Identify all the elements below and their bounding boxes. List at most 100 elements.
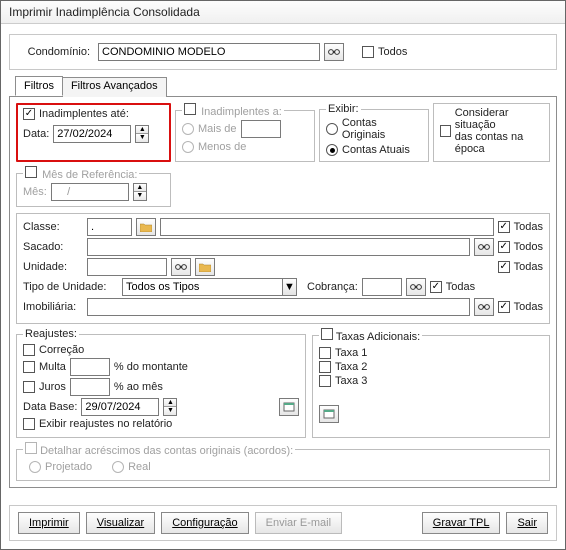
- data-base-input[interactable]: [81, 398, 159, 416]
- data-label: Data:: [23, 128, 49, 140]
- spinner-up-icon[interactable]: ▲: [164, 399, 176, 407]
- taxas-checkbox[interactable]: [321, 328, 333, 340]
- configuracao-button[interactable]: Configuração: [161, 512, 248, 534]
- tabs: Filtros Filtros Avançados: [9, 76, 557, 97]
- menos-de-radio: [182, 141, 194, 153]
- tipo-unidade-label: Tipo de Unidade:: [23, 281, 118, 293]
- mes-ref-checkbox[interactable]: [25, 166, 37, 178]
- classe-todas-checkbox[interactable]: [498, 221, 510, 233]
- imobiliaria-todas-checkbox[interactable]: [498, 301, 510, 313]
- contas-originais-radio[interactable]: [326, 123, 338, 135]
- data-base-spinner[interactable]: ▲ ▼: [163, 398, 177, 416]
- enviar-email-button: Enviar E-mail: [255, 512, 342, 534]
- data-base-tool-icon[interactable]: [279, 398, 299, 416]
- real-label: Real: [128, 461, 151, 473]
- unidade-todas-label: Todas: [514, 261, 543, 273]
- spinner-down-icon: ▼: [134, 192, 146, 200]
- multa-checkbox[interactable]: [23, 361, 35, 373]
- correcao-label: Correção: [39, 344, 84, 356]
- inadimplentes-ate-highlight: Inadimplentes até: Data: ▲ ▼: [16, 103, 171, 162]
- considerar-checkbox[interactable]: [440, 125, 451, 137]
- data-spinner[interactable]: ▲ ▼: [135, 125, 149, 143]
- classe-label: Classe:: [23, 221, 83, 233]
- juros-suffix: % ao mês: [114, 381, 163, 393]
- detalhar-checkbox: [25, 442, 37, 454]
- mais-de-input: [241, 120, 281, 138]
- classe-code-input[interactable]: [87, 218, 132, 236]
- considerar-label-1: Considerar situação: [455, 107, 543, 131]
- exibir-reajustes-label: Exibir reajustes no relatório: [39, 418, 172, 430]
- todos-condo-label: Todos: [378, 46, 407, 58]
- inadimplentes-ate-checkbox[interactable]: [23, 108, 35, 120]
- exibir-reajustes-checkbox[interactable]: [23, 418, 35, 430]
- unidade-input[interactable]: [87, 258, 167, 276]
- sacado-todos-checkbox[interactable]: [498, 241, 510, 253]
- exibir-title: Exibir:: [326, 103, 361, 115]
- search-condo-icon[interactable]: [324, 43, 344, 61]
- sacado-input[interactable]: [87, 238, 470, 256]
- correcao-checkbox[interactable]: [23, 344, 35, 356]
- multa-suffix: % do montante: [114, 361, 188, 373]
- window-title: Imprimir Inadimplência Consolidada: [1, 1, 565, 24]
- gravar-tpl-button[interactable]: Gravar TPL: [422, 512, 501, 534]
- mes-label: Mês:: [23, 186, 47, 198]
- tipo-unidade-value: Todos os Tipos: [123, 281, 282, 293]
- imprimir-button[interactable]: Imprimir: [18, 512, 80, 534]
- taxa1-checkbox[interactable]: [319, 347, 331, 359]
- inadimplentes-a-checkbox[interactable]: [184, 103, 196, 115]
- imobiliaria-search-icon[interactable]: [474, 298, 494, 316]
- condo-label: Condomínio:: [20, 46, 90, 58]
- spinner-down-icon[interactable]: ▼: [136, 134, 148, 142]
- contas-atuais-label: Contas Atuais: [342, 144, 410, 156]
- taxa2-label: Taxa 2: [335, 361, 367, 373]
- imobiliaria-label: Imobiliária:: [23, 301, 83, 313]
- classe-browse-icon[interactable]: [136, 218, 156, 236]
- button-bar: Imprimir Visualizar Configuração Enviar …: [9, 505, 557, 541]
- juros-checkbox[interactable]: [23, 381, 35, 393]
- classe-name-input[interactable]: [160, 218, 494, 236]
- unidade-todas-checkbox[interactable]: [498, 261, 510, 273]
- cobranca-input[interactable]: [362, 278, 402, 296]
- sacado-search-icon[interactable]: [474, 238, 494, 256]
- unidade-browse-icon[interactable]: [195, 258, 215, 276]
- taxas-title: Taxas Adicionais:: [336, 331, 420, 343]
- visualizar-button[interactable]: Visualizar: [86, 512, 156, 534]
- unidade-label: Unidade:: [23, 261, 83, 273]
- condo-input[interactable]: [98, 43, 320, 61]
- spinner-up-icon: ▲: [134, 184, 146, 192]
- inadimplentes-a-title: Inadimplentes a:: [201, 106, 282, 118]
- juros-label: Juros: [39, 381, 66, 393]
- taxa1-label: Taxa 1: [335, 347, 367, 359]
- tab-filtros[interactable]: Filtros: [15, 76, 63, 96]
- taxa2-checkbox[interactable]: [319, 361, 331, 373]
- mes-spinner: ▲ ▼: [133, 183, 147, 201]
- dropdown-icon[interactable]: ▼: [282, 279, 296, 295]
- sacado-todos-label: Todos: [514, 241, 543, 253]
- detalhar-title: Detalhar acréscimos das contas originais…: [40, 445, 293, 457]
- imobiliaria-input[interactable]: [87, 298, 470, 316]
- taxa3-checkbox[interactable]: [319, 375, 331, 387]
- cobranca-search-icon[interactable]: [406, 278, 426, 296]
- multa-label: Multa: [39, 361, 66, 373]
- considerar-label-2: das contas na época: [455, 131, 543, 155]
- contas-atuais-radio[interactable]: [326, 144, 338, 156]
- cobranca-label: Cobrança:: [307, 281, 358, 293]
- real-radio: [112, 461, 124, 473]
- taxa3-label: Taxa 3: [335, 375, 367, 387]
- multa-input[interactable]: [70, 358, 110, 376]
- spinner-up-icon[interactable]: ▲: [136, 126, 148, 134]
- todos-condo-checkbox[interactable]: [362, 46, 374, 58]
- juros-input[interactable]: [70, 378, 110, 396]
- data-input[interactable]: [53, 125, 131, 143]
- cobranca-todas-checkbox[interactable]: [430, 281, 442, 293]
- taxas-tool-icon[interactable]: [319, 405, 339, 423]
- sair-button[interactable]: Sair: [506, 512, 548, 534]
- projetado-label: Projetado: [45, 461, 92, 473]
- contas-originais-label: Contas Originais: [342, 117, 422, 141]
- spinner-down-icon[interactable]: ▼: [164, 407, 176, 415]
- tab-avancados[interactable]: Filtros Avançados: [62, 77, 167, 97]
- inadimplentes-ate-title: Inadimplentes até:: [39, 108, 129, 120]
- mes-input: [51, 183, 129, 201]
- unidade-search-icon[interactable]: [171, 258, 191, 276]
- tipo-unidade-combo[interactable]: Todos os Tipos ▼: [122, 278, 297, 296]
